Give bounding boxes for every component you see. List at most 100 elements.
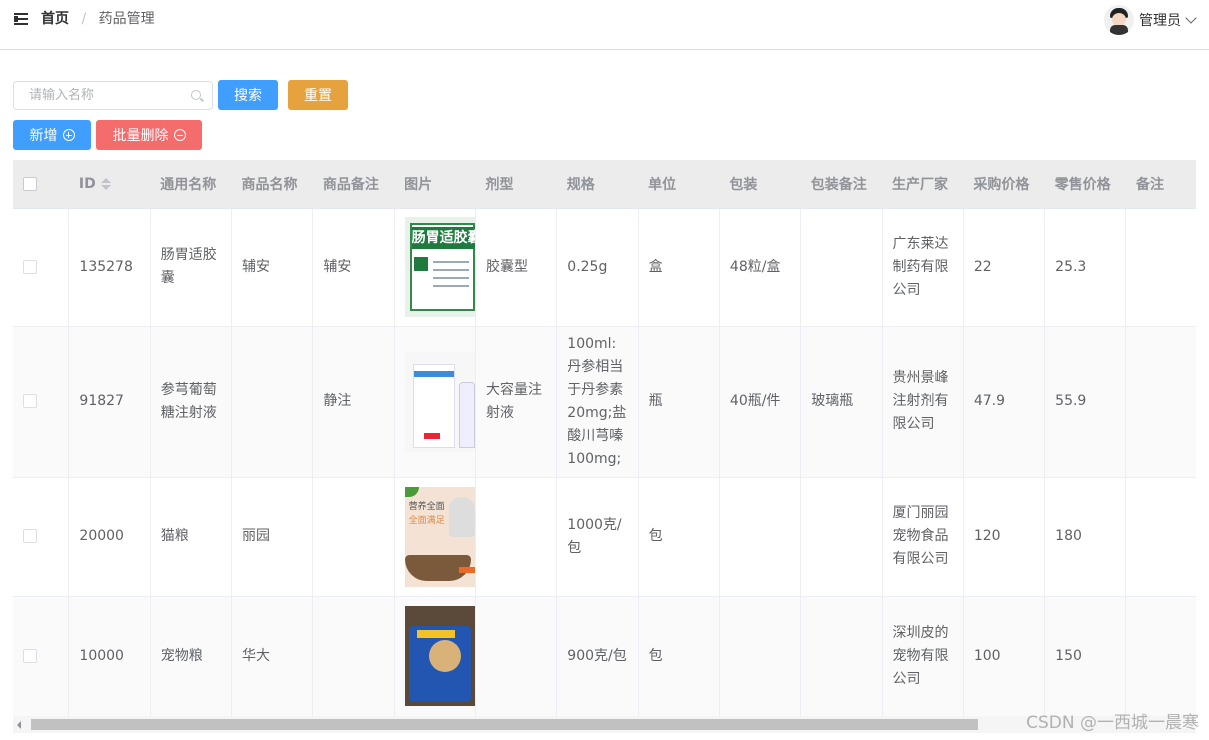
cell-dosage-form: 胶囊型 bbox=[475, 208, 558, 327]
cell-remark bbox=[1125, 596, 1196, 716]
header-generic-name: 通用名称 bbox=[150, 160, 232, 209]
search-button[interactable]: 搜索 bbox=[218, 80, 278, 110]
header-retail-price: 零售价格 bbox=[1044, 160, 1126, 209]
row-select-cell bbox=[13, 208, 70, 327]
cell-id: 20000 bbox=[68, 477, 151, 597]
product-image[interactable] bbox=[404, 351, 475, 452]
cell-generic-name: 猫粮 bbox=[150, 477, 233, 597]
table-row[interactable]: 91827 参芎葡萄糖注射液 静注 大容量注射液 100ml:丹参相当于丹参素2… bbox=[13, 326, 1196, 478]
cell-retail-price: 150 bbox=[1044, 596, 1127, 716]
cell-purchase-price: 22 bbox=[963, 208, 1046, 327]
menu-fold-icon[interactable] bbox=[14, 12, 30, 26]
header-dosage-form: 剂型 bbox=[475, 160, 557, 209]
cell-retail-price: 25.3 bbox=[1044, 208, 1127, 327]
row-checkbox[interactable] bbox=[23, 648, 37, 663]
header-unit: 单位 bbox=[638, 160, 720, 209]
cell-packaging bbox=[719, 596, 802, 716]
cell-manufacturer: 广东莱达制药有限公司 bbox=[882, 208, 964, 327]
cell-unit: 盒 bbox=[638, 208, 720, 327]
cell-spec: 100ml:丹参相当于丹参素20mg;盐酸川芎嗪100mg; bbox=[556, 326, 639, 478]
cell-purchase-price: 100 bbox=[963, 596, 1046, 716]
row-checkbox[interactable] bbox=[23, 394, 37, 408]
cell-purchase-price: 47.9 bbox=[963, 326, 1046, 478]
avatar[interactable] bbox=[1104, 5, 1134, 35]
cell-packaging bbox=[719, 477, 802, 597]
cell-image bbox=[394, 326, 476, 478]
cell-retail-price: 55.9 bbox=[1044, 326, 1127, 478]
product-image-text: 全面满足 bbox=[408, 515, 445, 526]
scroll-left-arrow-icon[interactable] bbox=[17, 721, 21, 729]
cell-packaging-note bbox=[800, 477, 883, 597]
user-name[interactable]: 管理员 bbox=[1139, 10, 1181, 30]
cell-unit: 包 bbox=[638, 596, 720, 716]
drug-table: ID 通用名称 商品名称 商品备注 图片 剂型 规格 单位 包装 包装备注 生产… bbox=[13, 160, 1196, 716]
row-checkbox[interactable] bbox=[23, 259, 37, 274]
cell-spec: 0.25g bbox=[556, 208, 639, 327]
cell-manufacturer: 厦门丽园宠物食品有限公司 bbox=[882, 477, 964, 597]
header-id[interactable]: ID bbox=[68, 160, 151, 209]
breadcrumb-current: 药品管理 bbox=[98, 11, 155, 27]
scrollbar-thumb[interactable] bbox=[31, 719, 978, 730]
breadcrumb-home[interactable]: 首页 bbox=[41, 11, 69, 27]
reset-button[interactable]: 重置 bbox=[288, 80, 348, 110]
watermark: CSDN @一西城一晨寒 bbox=[1026, 713, 1199, 733]
cell-generic-name: 宠物粮 bbox=[150, 596, 233, 716]
row-checkbox[interactable] bbox=[23, 529, 37, 543]
product-image[interactable]: 营养全面 全面满足 bbox=[404, 486, 475, 587]
cell-product-note: 辅安 bbox=[312, 208, 395, 327]
search-input[interactable] bbox=[29, 82, 199, 109]
select-all-checkbox[interactable] bbox=[23, 176, 37, 191]
batch-delete-label: 批量删除 bbox=[112, 128, 169, 144]
header-spec: 规格 bbox=[556, 160, 639, 209]
horizontal-scrollbar[interactable] bbox=[13, 716, 1196, 733]
cell-manufacturer: 贵州景峰注射剂有限公司 bbox=[882, 326, 964, 478]
header-manufacturer: 生产厂家 bbox=[882, 160, 964, 209]
table-row[interactable]: 135278 肠胃适胶囊 辅安 辅安 肠胃适胶囊 胶囊型 0.25g 盒 48粒… bbox=[13, 208, 1196, 327]
cell-manufacturer: 深圳皮的宠物有限公司 bbox=[882, 596, 964, 716]
cell-image: 营养全面 全面满足 bbox=[394, 477, 476, 597]
cell-remark bbox=[1125, 477, 1196, 597]
add-button[interactable]: 新增 bbox=[13, 120, 91, 150]
table-header-row: ID 通用名称 商品名称 商品备注 图片 剂型 规格 单位 包装 包装备注 生产… bbox=[13, 160, 1196, 209]
batch-delete-button[interactable]: 批量删除 bbox=[96, 120, 202, 150]
cell-image bbox=[394, 596, 476, 716]
product-image[interactable]: 肠胃适胶囊 bbox=[404, 217, 475, 317]
cell-unit: 包 bbox=[638, 477, 720, 597]
cell-product-note bbox=[312, 477, 395, 597]
cell-product-name: 丽园 bbox=[231, 477, 314, 597]
cell-product-name bbox=[231, 326, 314, 478]
header-product-note: 商品备注 bbox=[312, 160, 395, 209]
top-header: 首页 / 药品管理 管理员 bbox=[0, 0, 1209, 50]
header-product-name: 商品名称 bbox=[231, 160, 313, 209]
breadcrumb: 首页 / 药品管理 bbox=[41, 10, 155, 28]
header-id-label: ID bbox=[78, 175, 96, 192]
product-image-text: 营养全面 bbox=[408, 501, 445, 512]
cell-image: 肠胃适胶囊 bbox=[394, 208, 476, 327]
cell-packaging-note: 玻璃瓶 bbox=[800, 326, 883, 478]
cell-packaging-note bbox=[800, 208, 883, 327]
table-row[interactable]: 10000 宠物粮 华大 900克/包 包 深圳皮的宠物有限公司 100 150 bbox=[13, 596, 1196, 716]
sort-icon[interactable] bbox=[100, 177, 111, 191]
table-row[interactable]: 20000 猫粮 丽园 营养全面 全面满足 1000克/包 包 厦门丽园宠物食品… bbox=[13, 477, 1196, 597]
cell-dosage-form bbox=[475, 477, 558, 597]
select-all-cell bbox=[13, 160, 69, 209]
cell-packaging: 40瓶/件 bbox=[719, 326, 802, 478]
cell-remark bbox=[1125, 326, 1196, 478]
chevron-down-icon[interactable] bbox=[1185, 12, 1197, 24]
cell-generic-name: 参芎葡萄糖注射液 bbox=[150, 326, 233, 478]
cell-product-note bbox=[312, 596, 395, 716]
cell-id: 10000 bbox=[68, 596, 151, 716]
cell-id: 91827 bbox=[68, 326, 151, 478]
cell-product-note: 静注 bbox=[312, 326, 395, 478]
cell-product-name: 华大 bbox=[231, 596, 314, 716]
cell-packaging-note bbox=[800, 596, 883, 716]
header-image: 图片 bbox=[394, 160, 476, 209]
add-button-label: 新增 bbox=[29, 128, 58, 144]
product-image[interactable] bbox=[404, 606, 475, 706]
header-remark: 备注 bbox=[1125, 160, 1196, 209]
search-input-wrapper bbox=[13, 81, 213, 110]
cell-unit: 瓶 bbox=[638, 326, 720, 478]
user-dropdown[interactable]: 管理员 bbox=[1104, 5, 1197, 35]
cell-purchase-price: 120 bbox=[963, 477, 1046, 597]
circle-minus-icon bbox=[173, 129, 186, 141]
